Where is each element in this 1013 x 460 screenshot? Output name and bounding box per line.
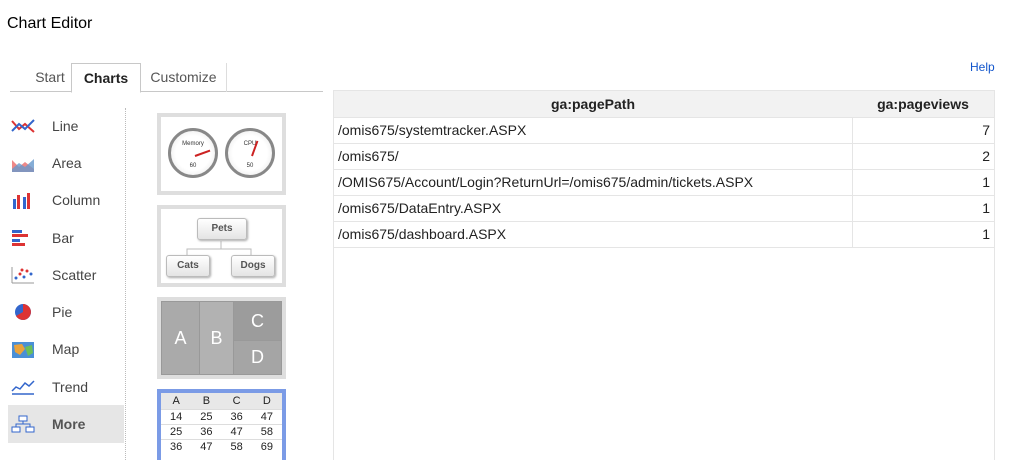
- cell-pagepath: /omis675/systemtracker.ASPX: [334, 117, 852, 144]
- tab-charts[interactable]: Charts: [71, 63, 141, 93]
- cell-pageviews: 7: [851, 117, 994, 144]
- chart-type-label: Line: [52, 117, 79, 134]
- pie-chart-icon: [10, 301, 36, 323]
- org-node-root: Pets: [197, 218, 247, 240]
- help-link[interactable]: Help: [970, 60, 995, 74]
- chart-type-label: Scatter: [52, 266, 97, 283]
- cell-pagepath: /omis675/: [334, 143, 852, 170]
- gauge-chart-thumbnail[interactable]: Memory 60 CPU 50: [157, 113, 286, 195]
- cell-pagepath: /omis675/DataEntry.ASPX: [334, 195, 852, 222]
- chart-type-column[interactable]: Column: [8, 182, 124, 219]
- chart-thumbnail-list: Memory 60 CPU 50 Pets Cats Dogs A B C D …: [157, 113, 286, 460]
- org-chart-thumbnail[interactable]: Pets Cats Dogs: [157, 205, 286, 287]
- chart-type-label: Map: [52, 341, 80, 358]
- chart-type-label: Area: [52, 154, 82, 171]
- chart-type-label: Column: [52, 192, 101, 209]
- tab-customize[interactable]: Customize: [141, 63, 227, 92]
- chart-type-scatter[interactable]: Scatter: [8, 256, 124, 293]
- map-chart-icon: [10, 338, 36, 360]
- table-row: /omis675/systemtracker.ASPX 7: [334, 117, 994, 144]
- mini-table: A B C D 14 25 36 47 25 36 47 58 36 47 58…: [161, 393, 282, 454]
- line-chart-icon: [10, 115, 36, 137]
- cell-pageviews: 1: [851, 195, 994, 222]
- trend-chart-icon: [10, 376, 36, 398]
- table-chart-thumbnail[interactable]: A B C D 14 25 36 47 25 36 47 58 36 47 58…: [157, 389, 286, 460]
- chart-type-trend[interactable]: Trend: [8, 368, 124, 405]
- area-chart-icon: [10, 152, 36, 174]
- chart-type-pie[interactable]: Pie: [8, 293, 124, 330]
- data-preview-panel: ga:pagePath ga:pageviews /omis675/system…: [333, 90, 995, 460]
- chart-type-bar[interactable]: Bar: [8, 219, 124, 256]
- chart-type-more[interactable]: More: [8, 405, 124, 443]
- data-table: ga:pagePath ga:pageviews /omis675/system…: [334, 91, 994, 248]
- table-row: /OMIS675/Account/Login?ReturnUrl=/omis67…: [334, 169, 994, 196]
- treemap-cell: A: [162, 302, 199, 374]
- column-header-pagepath: ga:pagePath: [334, 91, 852, 118]
- org-node-child: Cats: [166, 255, 210, 277]
- cell-pagepath: /OMIS675/Account/Login?ReturnUrl=/omis67…: [334, 169, 852, 196]
- column-header-pageviews: ga:pageviews: [852, 91, 994, 118]
- cell-pageviews: 1: [851, 169, 994, 196]
- treemap-cell: D: [234, 341, 281, 374]
- cell-pageviews: 1: [851, 221, 994, 248]
- chart-type-area[interactable]: Area: [8, 144, 124, 181]
- scatter-chart-icon: [10, 264, 36, 286]
- table-row: /omis675/ 2: [334, 143, 994, 170]
- table-header-row: ga:pagePath ga:pageviews: [334, 91, 994, 118]
- org-node-child: Dogs: [231, 255, 275, 277]
- treemap-cell: C: [234, 302, 281, 340]
- cell-pagepath: /omis675/dashboard.ASPX: [334, 221, 852, 248]
- panel-divider: [125, 108, 126, 460]
- treemap-chart-thumbnail[interactable]: A B C D: [157, 297, 286, 379]
- chart-type-label: More: [52, 416, 86, 433]
- memory-gauge: Memory 60: [168, 128, 218, 178]
- chart-type-list: Line Area Column Bar Scatter Pie Map Tre…: [8, 107, 124, 443]
- cpu-gauge: CPU 50: [225, 128, 275, 178]
- cell-pageviews: 2: [851, 143, 994, 170]
- tab-bar: Start Charts Customize: [10, 63, 323, 93]
- org-chart-icon: [10, 413, 36, 435]
- chart-type-map[interactable]: Map: [8, 331, 124, 368]
- treemap-cell: B: [200, 302, 233, 374]
- table-row: /omis675/dashboard.ASPX 1: [334, 221, 994, 248]
- page-title: Chart Editor: [7, 15, 93, 32]
- table-row: /omis675/DataEntry.ASPX 1: [334, 195, 994, 222]
- chart-type-label: Bar: [52, 229, 74, 246]
- chart-type-label: Trend: [52, 378, 89, 395]
- column-chart-icon: [10, 189, 36, 211]
- chart-type-label: Pie: [52, 304, 73, 321]
- chart-type-line[interactable]: Line: [8, 107, 124, 144]
- bar-chart-icon: [10, 227, 36, 249]
